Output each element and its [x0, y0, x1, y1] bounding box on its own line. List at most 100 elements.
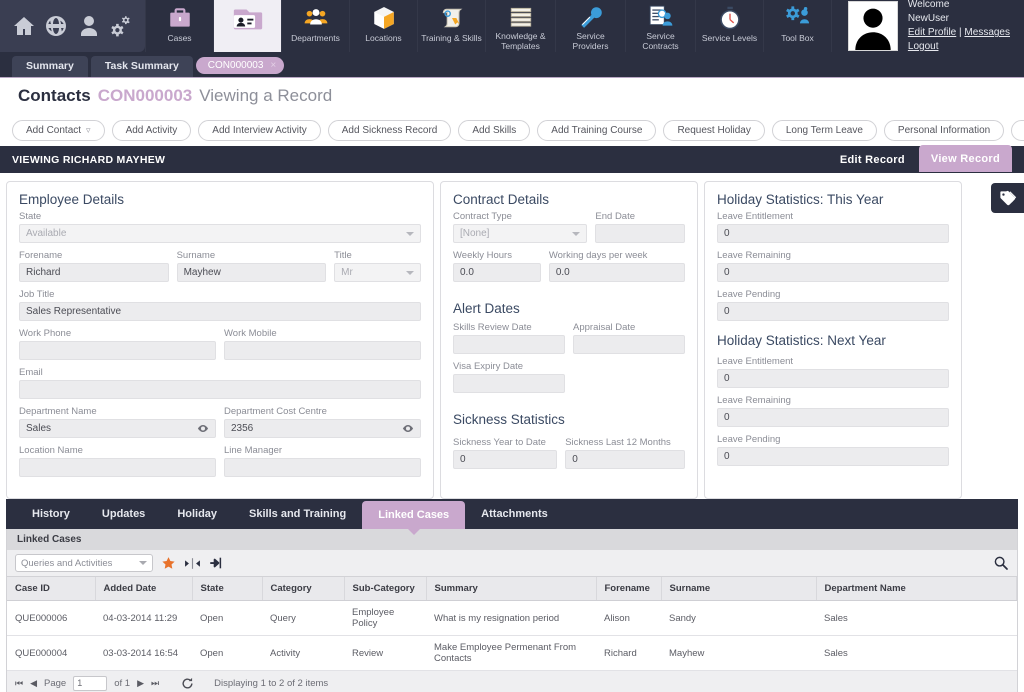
last-page-button[interactable]: ⏭	[151, 678, 159, 689]
next-page-button[interactable]: ▶	[137, 678, 144, 689]
nav-tab-service-levels[interactable]: Service Levels	[695, 0, 763, 52]
bottom-tab-holiday[interactable]: Holiday	[161, 499, 233, 529]
long-term-leave-button[interactable]: Long Term Leave	[771, 119, 877, 141]
eye-icon[interactable]	[402, 424, 414, 433]
column-header-added-date[interactable]: Added Date	[95, 577, 193, 601]
column-header-case-id[interactable]: Case ID	[7, 577, 96, 601]
surname-input[interactable]: Mayhew	[176, 263, 327, 282]
add-sickness-record-button[interactable]: Add Sickness Record	[327, 119, 452, 141]
column-header-state[interactable]: State	[192, 577, 263, 601]
add-training-course-button[interactable]: Add Training Course	[537, 119, 657, 141]
nav-tab-locations[interactable]: Locations	[349, 0, 417, 52]
bottom-tab-linked-cases[interactable]: Linked Cases	[362, 501, 466, 535]
globe-icon[interactable]	[43, 13, 69, 39]
location-name-input[interactable]	[19, 458, 216, 477]
sickness-ytd-input[interactable]: 0	[453, 450, 558, 469]
column-header-surname[interactable]: Surname	[661, 577, 817, 601]
cell-category: Activity	[262, 635, 344, 671]
sub-tab-summary[interactable]: Summary	[12, 56, 88, 77]
bottom-tab-updates[interactable]: Updates	[86, 499, 161, 529]
prev-page-button[interactable]: ◀	[30, 678, 37, 689]
scroll-icon	[439, 4, 465, 32]
ty-leave-remaining-input[interactable]: 0	[717, 263, 949, 282]
avatar[interactable]	[847, 1, 898, 51]
nav-tab-contacts[interactable]: Contacts	[213, 0, 281, 52]
request-holiday-button[interactable]: Request Holiday	[663, 119, 765, 141]
job-title-input[interactable]: Sales Representative	[19, 302, 421, 321]
add-skills-button[interactable]: Add Skills	[458, 119, 531, 141]
home-icon[interactable]	[11, 13, 37, 39]
logout-link[interactable]: Logout	[908, 41, 939, 52]
nav-tab-knowledge-templates[interactable]: Knowledge & Templates	[485, 0, 555, 52]
holiday-next-year-heading: Holiday Statistics: Next Year	[717, 333, 886, 348]
tag-button[interactable]	[991, 183, 1024, 213]
nav-tab-cases[interactable]: Cases	[145, 0, 213, 52]
queries-filter-select[interactable]: Queries and Activities	[15, 554, 153, 572]
column-header-forename[interactable]: Forename	[596, 577, 662, 601]
field-value: 2356	[231, 423, 254, 434]
bottom-tab-history[interactable]: History	[16, 499, 86, 529]
skills-review-date-input[interactable]	[453, 335, 565, 354]
nav-tab-service-contracts[interactable]: Service Contracts	[625, 0, 695, 52]
email-input[interactable]	[19, 380, 421, 399]
star-icon[interactable]	[161, 556, 176, 571]
edit-record-tab[interactable]: Edit Record	[826, 154, 919, 166]
close-icon[interactable]: ×	[270, 60, 276, 71]
department-name-input[interactable]: Sales	[19, 419, 216, 438]
column-header-department-name[interactable]: Department Name	[816, 577, 1017, 601]
ty-leave-pending-input[interactable]: 0	[717, 302, 949, 321]
record-pill-tab[interactable]: CON000003 ×	[195, 57, 285, 74]
status-updates-button[interactable]: Status Updates▿	[1011, 119, 1024, 141]
table-row[interactable]: QUE000006 04-03-2014 11:29 Open Query Em…	[7, 600, 1017, 636]
edit-profile-link[interactable]: Edit Profile	[908, 27, 956, 38]
column-header-summary[interactable]: Summary	[426, 577, 597, 601]
refresh-icon[interactable]	[181, 677, 194, 690]
view-record-tab[interactable]: View Record	[918, 145, 1012, 172]
ny-leave-pending-input[interactable]: 0	[717, 447, 949, 466]
forename-input[interactable]: Richard	[19, 263, 169, 282]
add-activity-button[interactable]: Add Activity	[111, 119, 192, 141]
bottom-tab-attachments[interactable]: Attachments	[465, 499, 564, 529]
nav-tab-tool-box[interactable]: Tool Box	[763, 0, 831, 52]
end-date-input[interactable]	[595, 224, 685, 243]
appraisal-date-input[interactable]	[573, 335, 685, 354]
expand-horizontal-icon[interactable]	[184, 557, 201, 570]
working-days-input[interactable]: 0.0	[548, 263, 685, 282]
work-mobile-input[interactable]	[224, 341, 421, 360]
field-email: Email	[19, 367, 421, 399]
column-header-category[interactable]: Category	[262, 577, 345, 601]
gears-icon[interactable]	[108, 13, 134, 39]
department-cost-centre-input[interactable]: 2356	[224, 419, 421, 438]
state-select[interactable]: Available	[19, 224, 421, 243]
cell-summary: Make Employee Permenant From Contacts	[426, 635, 596, 671]
user-icon[interactable]	[76, 13, 102, 39]
contract-type-select[interactable]: [None]	[453, 224, 588, 243]
ty-leave-entitlement-input[interactable]: 0	[717, 224, 949, 243]
sickness-12m-input[interactable]: 0	[565, 450, 685, 469]
work-phone-input[interactable]	[19, 341, 216, 360]
nav-tab-departments[interactable]: Departments	[281, 0, 349, 52]
title-select[interactable]: Mr	[334, 263, 421, 282]
ny-leave-entitlement-input[interactable]: 0	[717, 369, 949, 388]
ny-leave-remaining-input[interactable]: 0	[717, 408, 949, 427]
first-page-button[interactable]: ⏮	[15, 678, 23, 689]
eye-icon[interactable]	[197, 424, 209, 433]
bottom-tab-skills-and-training[interactable]: Skills and Training	[233, 499, 362, 529]
sub-tab-task-summary[interactable]: Task Summary	[90, 56, 193, 77]
page-number-input[interactable]: 1	[73, 675, 108, 691]
table-row[interactable]: QUE000004 03-03-2014 16:54 Open Activity…	[7, 635, 1017, 671]
column-header-sub-category[interactable]: Sub-Category	[344, 577, 427, 601]
field-label: Department Name	[19, 406, 97, 417]
visa-expiry-date-input[interactable]	[453, 374, 565, 393]
stopwatch-icon	[717, 4, 743, 32]
personal-information-button[interactable]: Personal Information	[883, 119, 1005, 141]
messages-link[interactable]: Messages	[964, 27, 1010, 38]
add-contact-button[interactable]: Add Contact ▿	[12, 119, 105, 141]
line-manager-input[interactable]	[224, 458, 421, 477]
weekly-hours-input[interactable]: 0.0	[453, 263, 541, 282]
nav-tab-service-providers[interactable]: Service Providers	[555, 0, 625, 52]
nav-tab-training-skills[interactable]: Training & Skills	[417, 0, 485, 52]
export-icon[interactable]	[209, 556, 224, 570]
add-interview-activity-button[interactable]: Add Interview Activity	[198, 119, 321, 141]
search-icon[interactable]	[993, 555, 1009, 571]
